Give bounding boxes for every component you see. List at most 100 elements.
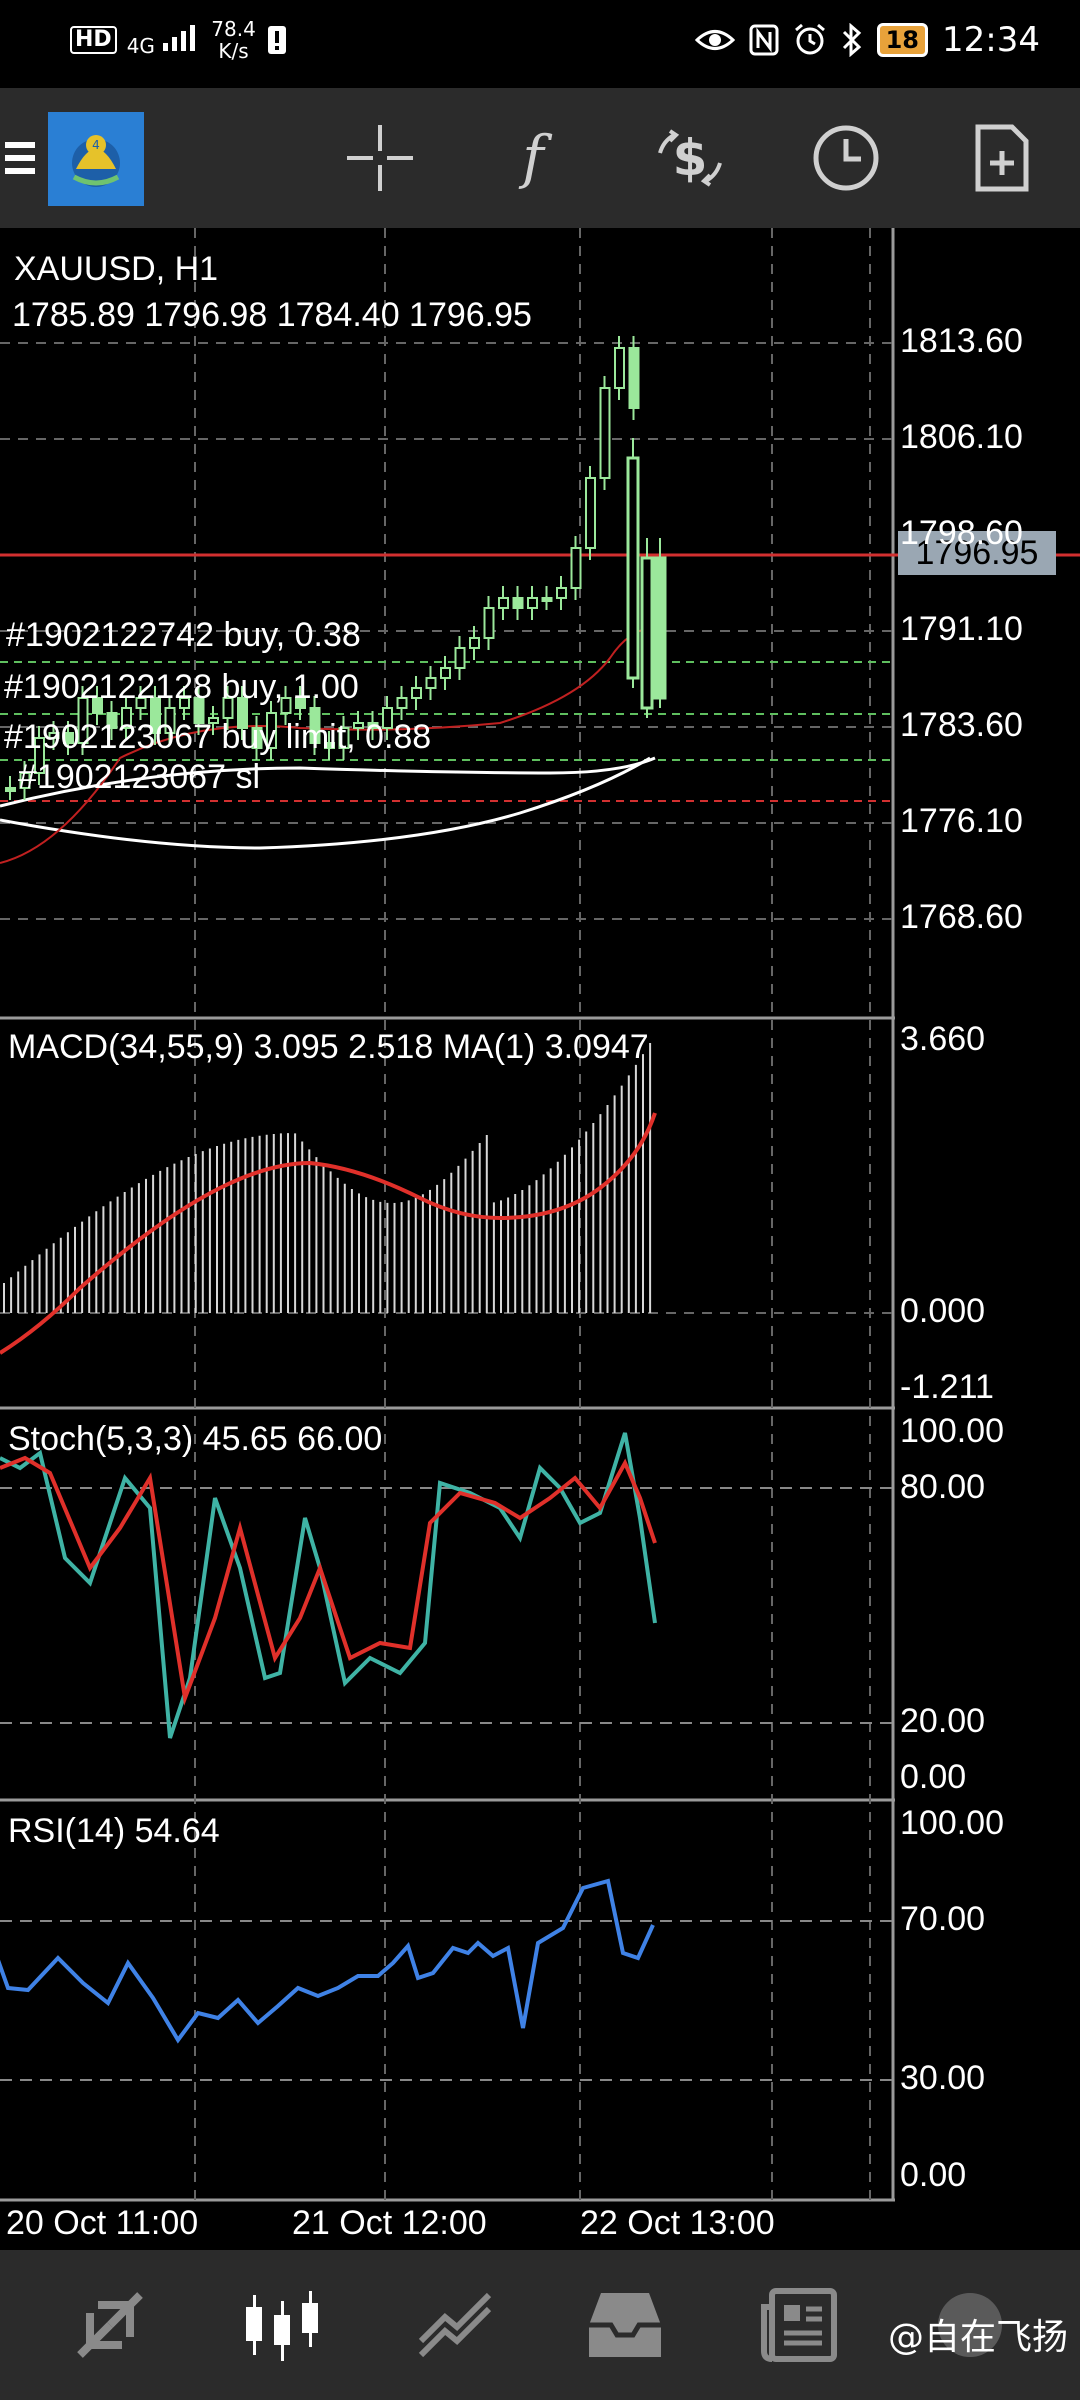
rsi-axis-label: 0.00	[900, 2156, 967, 2194]
indicators-button[interactable]: f	[483, 108, 583, 208]
candle-body	[411, 687, 422, 699]
price-axis-label: 1813.60	[900, 322, 1023, 360]
trade-dollar-icon: $	[658, 129, 722, 187]
chart-toolbar: 4 f $	[0, 88, 1080, 228]
rsi-axis-label: 30.00	[900, 2059, 986, 2097]
macd-axis-label: 0.000	[900, 1292, 986, 1330]
symbol-label: XAUUSD, H1	[14, 250, 219, 288]
indicator-f-icon: f	[518, 123, 553, 191]
menu-icon	[5, 142, 35, 174]
candle-body	[556, 587, 567, 599]
stoch-axis-label: 80.00	[900, 1468, 986, 1506]
order-label: #1902123067 buy limit, 0.88	[4, 718, 432, 756]
trade-button[interactable]: $	[640, 108, 740, 208]
candle-body	[469, 637, 480, 649]
app-logo[interactable]: 4	[48, 112, 144, 206]
status-left: HD 4G 78.4 K/s	[70, 18, 288, 62]
order-label: #1902122128 buy, 1.00	[4, 668, 359, 706]
network-indicator: 4G	[127, 23, 202, 58]
stoch-grid	[0, 1487, 895, 1724]
candle-body	[483, 607, 495, 639]
chart-icon	[246, 2291, 318, 2361]
nfc-icon	[749, 24, 779, 56]
mt4-logo: 4	[56, 119, 136, 199]
ohlc-label: 1785.89 1796.98 1784.40 1796.95	[12, 296, 532, 334]
macd-axis-label: 3.660	[900, 1020, 986, 1058]
stoch-axis-label: 100.00	[900, 1412, 1004, 1450]
macd-label: MACD(34,55,9) 3.095 2.518 MA(1) 3.0947	[8, 1028, 649, 1066]
macd-signal-line	[0, 1112, 657, 1355]
candle-body	[626, 456, 640, 680]
alert-icon	[267, 26, 286, 54]
hd-indicator: HD	[70, 26, 117, 54]
battery-icon: 18	[876, 23, 929, 57]
stoch-axis-label: 0.00	[900, 1758, 967, 1796]
eye-icon	[694, 30, 735, 50]
clock-time: 12:34	[942, 20, 1040, 60]
candle-body	[454, 647, 466, 669]
time-axis-label: 21 Oct 12:00	[292, 2204, 487, 2242]
news-icon	[761, 2288, 837, 2362]
rsi-line	[0, 1878, 655, 2044]
crosshair-icon	[347, 125, 413, 191]
price-axis-label: 1798.60	[900, 514, 1023, 552]
crosshair-button[interactable]	[330, 108, 430, 208]
trade-icon	[418, 2292, 492, 2358]
nav-news[interactable]	[750, 2275, 850, 2375]
price-axis-label: 1806.10	[900, 418, 1023, 456]
bluetooth-icon	[842, 23, 861, 57]
candle-body	[541, 597, 553, 602]
candle-body	[5, 787, 16, 792]
candle-body	[396, 697, 408, 709]
history-icon	[589, 2293, 661, 2357]
svg-text:4: 4	[92, 138, 100, 152]
nav-trade[interactable]	[405, 2275, 505, 2375]
quotes-icon	[77, 2292, 143, 2358]
order-label: #1902122742 buy, 0.38	[6, 616, 361, 654]
stoch-label: Stoch(5,3,3) 45.65 66.00	[8, 1420, 383, 1458]
nav-history[interactable]	[575, 2275, 675, 2375]
nav-chart[interactable]	[232, 2275, 332, 2375]
svg-text:$: $	[673, 129, 708, 187]
candle-body	[653, 556, 667, 700]
pane-borders	[0, 228, 895, 2202]
svg-text:f: f	[518, 123, 553, 191]
price-axis-label: 1783.60	[900, 706, 1023, 744]
candle-body	[628, 347, 640, 409]
price-axis-label: 1776.10	[900, 802, 1023, 840]
candle-body	[440, 667, 451, 679]
time-axis-label: 20 Oct 11:00	[6, 2204, 199, 2242]
status-right: 18 12:34	[694, 20, 1040, 60]
menu-button[interactable]	[0, 108, 40, 208]
network-speed: 78.4 K/s	[211, 17, 256, 63]
candle-body	[585, 477, 596, 549]
signal-icon	[163, 24, 196, 51]
candle-body	[599, 387, 611, 479]
candle-body	[425, 677, 437, 689]
order-label: #1902123067 sl	[18, 758, 261, 796]
candle-body	[512, 597, 524, 609]
time-axis-label: 22 Oct 13:00	[580, 2204, 775, 2242]
rsi-axis-label: 100.00	[900, 1804, 1004, 1842]
status-bar: HD 4G 78.4 K/s 18 12:34	[0, 0, 1080, 88]
candle-body	[498, 597, 509, 609]
nav-quotes[interactable]	[60, 2275, 160, 2375]
candle-body	[640, 556, 654, 710]
rsi-grid	[0, 1920, 895, 2081]
new-document-icon	[975, 124, 1029, 192]
candle-body	[570, 547, 582, 589]
new-order-button[interactable]	[952, 108, 1052, 208]
price-axis-label: 1791.10	[900, 610, 1023, 648]
rsi-axis-label: 70.00	[900, 1900, 986, 1938]
stoch-axis-label: 20.00	[900, 1702, 986, 1740]
stoch-signal-line	[0, 1455, 657, 1706]
candle-body	[527, 597, 538, 609]
price-axis-label: 1768.60	[900, 898, 1023, 936]
alarm-icon	[794, 23, 825, 55]
candle-body	[614, 347, 625, 389]
watermark: @自在飞扬	[887, 2317, 1068, 2358]
chart-area[interactable]: 1796.95 XAUUSD, H1 1785.89 1796.98 1784.…	[0, 228, 1080, 2260]
rsi-label: RSI(14) 54.64	[8, 1812, 220, 1850]
clock-icon	[813, 125, 879, 191]
timeframe-button[interactable]	[796, 108, 896, 208]
